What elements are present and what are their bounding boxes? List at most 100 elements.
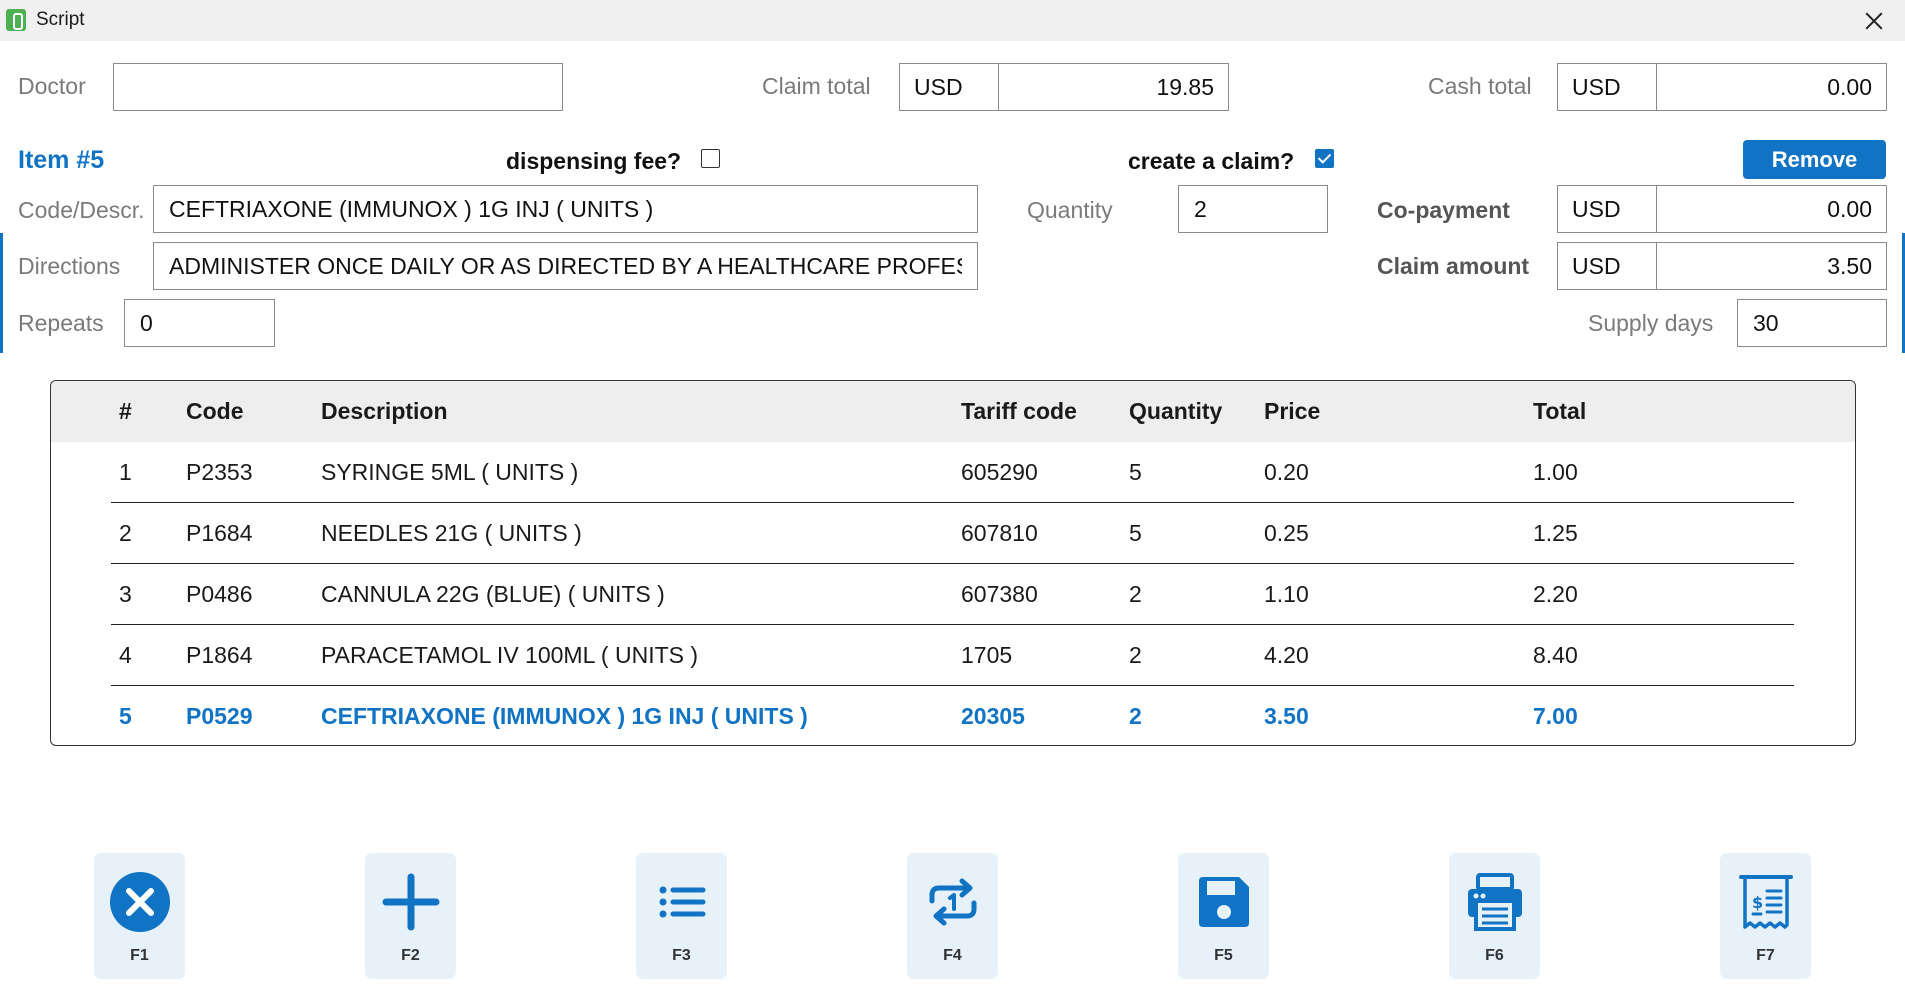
dispensing-fee-checkbox[interactable] (701, 149, 720, 168)
f3-list-button[interactable]: F3 (636, 853, 727, 979)
claim-amount-currency[interactable] (1557, 242, 1657, 290)
cell-num: 3 (119, 581, 132, 607)
code-descr-field[interactable] (153, 185, 978, 233)
cell-num: 2 (119, 520, 132, 546)
create-claim-checkbox[interactable] (1315, 149, 1334, 168)
cell-num: 4 (119, 642, 132, 668)
repeats-field[interactable] (124, 299, 275, 347)
col-total-header: Total (1533, 398, 1587, 424)
receipt-icon: $ (1739, 875, 1793, 929)
item-edit-marker-left (0, 233, 3, 353)
f1-cancel-button[interactable]: F1 (94, 853, 185, 979)
cell-total: 1.25 (1533, 520, 1578, 546)
script-window: Script Doctor Claim total Cash total Ite… (0, 0, 1905, 993)
code-descr-label: Code/Descr. (18, 197, 145, 223)
cell-code: P1684 (186, 520, 253, 546)
save-icon (1199, 877, 1249, 927)
cell-quantity: 5 (1129, 520, 1142, 546)
cell-description: PARACETAMOL IV 100ML ( UNITS ) (321, 642, 699, 668)
table-row[interactable]: 5 P0529 CEFTRIAXONE (IMMUNOX ) 1G INJ ( UN… (111, 686, 1794, 745)
items-table: # Code Description Tariff code Quantity … (50, 380, 1856, 746)
cell-description: NEEDLES 21G ( UNITS ) (321, 520, 582, 546)
table-header: # Code Description Tariff code Quantity … (51, 381, 1855, 442)
f1-label: F1 (130, 947, 149, 964)
f5-label: F5 (1214, 947, 1233, 964)
cell-description: CANNULA 22G (BLUE) ( UNITS ) (321, 581, 665, 607)
cell-num: 1 (119, 459, 132, 485)
supply-days-field[interactable] (1737, 299, 1887, 347)
dispensing-fee-label: dispensing fee? (506, 148, 682, 174)
f2-label: F2 (401, 947, 420, 964)
col-price-header: Price (1264, 398, 1321, 424)
cell-tariff: 605290 (961, 459, 1038, 485)
cash-total-field[interactable] (1656, 63, 1887, 111)
quantity-field[interactable] (1178, 185, 1328, 233)
f7-billing-button[interactable]: $ F7 (1720, 853, 1811, 979)
f6-print-button[interactable]: F6 (1449, 853, 1540, 979)
col-description-header: Description (321, 398, 448, 424)
cash-total-currency[interactable] (1557, 63, 1657, 111)
cell-code: P1864 (186, 642, 253, 668)
copayment-label: Co-payment (1377, 197, 1510, 223)
repeat-once-icon (929, 878, 977, 926)
cell-price: 4.20 (1264, 642, 1309, 668)
f4-repeat-button[interactable]: F4 (907, 853, 998, 979)
supply-days-label: Supply days (1588, 310, 1714, 336)
cell-code: P0529 (186, 703, 253, 729)
cell-num: 5 (119, 703, 132, 729)
claim-total-currency[interactable] (899, 63, 999, 111)
cell-total: 8.40 (1533, 642, 1578, 668)
cell-quantity: 2 (1129, 703, 1142, 729)
item-title: Item #5 (18, 146, 105, 174)
cell-price: 1.10 (1264, 581, 1309, 607)
f4-label: F4 (943, 947, 962, 964)
cell-tariff: 607380 (961, 581, 1038, 607)
close-icon[interactable] (1861, 8, 1887, 34)
cell-code: P0486 (186, 581, 253, 607)
col-quantity-header: Quantity (1129, 398, 1223, 424)
table-row[interactable]: 3 P0486 CANNULA 22G (BLUE) ( UNITS ) 607380… (111, 564, 1794, 625)
cell-tariff: 20305 (961, 703, 1025, 729)
cell-tariff: 1705 (961, 642, 1013, 668)
col-num-header: # (119, 398, 132, 424)
doctor-field[interactable] (113, 63, 563, 111)
svg-text:$: $ (1752, 893, 1763, 912)
col-code-header: Code (186, 398, 244, 424)
cell-quantity: 2 (1129, 642, 1142, 668)
doctor-label: Doctor (18, 73, 86, 99)
cell-tariff: 607810 (961, 520, 1038, 546)
claim-amount-field[interactable] (1656, 242, 1887, 290)
title-bar: Script (0, 0, 1905, 41)
cell-price: 3.50 (1264, 703, 1309, 729)
cell-total: 7.00 (1533, 703, 1578, 729)
claim-total-field[interactable] (998, 63, 1229, 111)
cell-description: CEFTRIAXONE (IMMUNOX ) 1G INJ ( UNITS ) (321, 703, 808, 729)
claim-total-label: Claim total (762, 73, 871, 99)
app-icon (6, 9, 26, 31)
table-row[interactable]: 4 P1864 PARACETAMOL IV 100ML ( UNITS ) 1705… (111, 625, 1794, 686)
add-icon (382, 873, 440, 931)
repeats-label: Repeats (18, 310, 104, 336)
cell-total: 1.00 (1533, 459, 1578, 485)
f3-label: F3 (672, 947, 691, 964)
cell-price: 0.20 (1264, 459, 1309, 485)
cell-quantity: 2 (1129, 581, 1142, 607)
cell-price: 0.25 (1264, 520, 1309, 546)
directions-field[interactable] (153, 242, 978, 290)
f2-add-button[interactable]: F2 (365, 853, 456, 979)
cell-quantity: 5 (1129, 459, 1142, 485)
copayment-field[interactable] (1656, 185, 1887, 233)
f5-save-button[interactable]: F5 (1178, 853, 1269, 979)
window-title: Script (36, 9, 85, 30)
cancel-icon (110, 872, 170, 932)
table-row[interactable]: 2 P1684 NEEDLES 21G ( UNITS ) 607810 5 0.25 1.… (111, 503, 1794, 564)
list-icon (659, 886, 706, 918)
cell-code: P2353 (186, 459, 253, 485)
print-icon (1468, 873, 1522, 931)
copayment-currency[interactable] (1557, 185, 1657, 233)
table-row[interactable]: 1 P2353 SYRINGE 5ML ( UNITS ) 605290 5 0.20 1.… (111, 442, 1794, 503)
remove-button[interactable]: Remove (1743, 140, 1886, 179)
claim-amount-label: Claim amount (1377, 253, 1530, 279)
cell-total: 2.20 (1533, 581, 1578, 607)
col-tariff-header: Tariff code (961, 398, 1077, 424)
